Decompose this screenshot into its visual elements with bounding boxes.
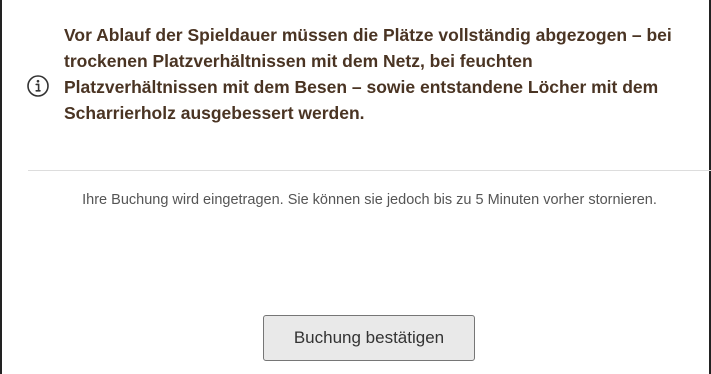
confirm-booking-button[interactable]: Buchung bestätigen	[263, 315, 475, 361]
notice-text: Vor Ablauf der Spieldauer müssen die Plä…	[64, 25, 672, 123]
court-maintenance-notice: Vor Ablauf der Spieldauer müssen die Plä…	[2, 0, 709, 168]
divider	[28, 170, 711, 171]
booking-info-text: Ihre Buchung wird eingetragen. Sie könne…	[82, 192, 657, 208]
booking-dialog: Vor Ablauf der Spieldauer müssen die Plä…	[0, 0, 711, 374]
info-icon	[26, 74, 50, 98]
